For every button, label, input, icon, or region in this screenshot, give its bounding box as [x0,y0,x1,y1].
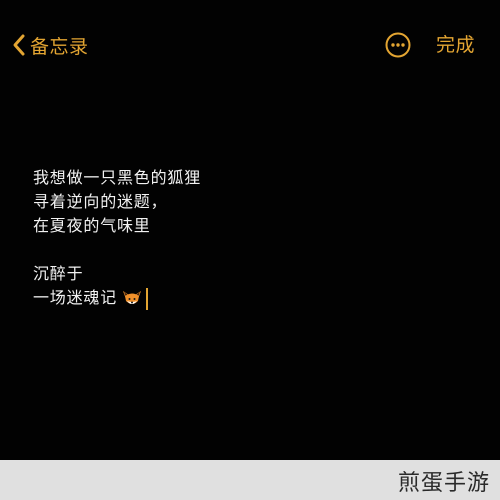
fox-face-emoji [122,290,142,308]
watermark-text: 煎蛋手游 [397,471,490,496]
back-button[interactable]: 备忘录 [12,31,89,59]
note-text-area[interactable]: 我想做一只黑色的狐狸 寻着逆向的迷题， 在夏夜的气味里 沉醉于 一场迷魂记 [33,166,473,310]
more-options-button[interactable] [385,32,411,58]
note-line: 在夏夜的气味里 [33,216,151,235]
ellipsis-circle-icon [385,32,411,58]
navigation-bar: 备忘录 完成 [0,24,500,66]
note-line: 寻着逆向的迷题， [33,192,168,211]
text-cursor [146,287,149,310]
note-line: 我想做一只黑色的狐狸 [33,168,202,187]
watermark-bar: 煎蛋手游 [0,460,500,500]
note-line-blank [33,238,473,262]
chevron-left-icon [12,33,26,57]
note-editor-screen: 备忘录 完成 我想做一只黑色的狐狸 寻着逆向的迷题， 在夏夜的气味里 沉醉于 一… [0,0,500,460]
note-line: 沉醉于 [33,264,84,283]
done-button[interactable]: 完成 [436,32,475,58]
note-last-line: 一场迷魂记 [33,286,473,310]
note-line-text: 一场迷魂记 [33,288,118,307]
back-label: 备忘录 [30,35,89,58]
